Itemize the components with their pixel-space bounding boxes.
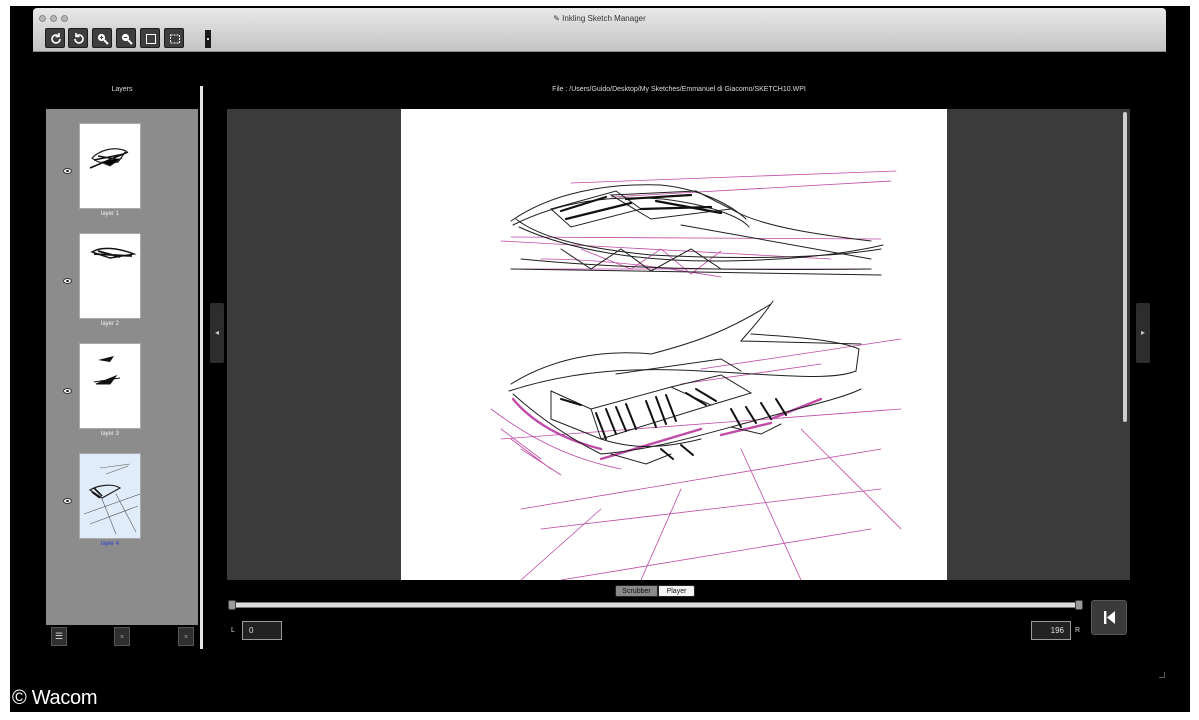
layer-label: layer 2 xyxy=(100,321,119,327)
rotate-clockwise-button[interactable] xyxy=(45,28,65,48)
export-document-icon: ▫ xyxy=(184,631,188,641)
layer-sketch-thumbnail xyxy=(90,247,137,259)
sketch-drawing xyxy=(490,170,902,580)
chevron-left-icon: ◂ xyxy=(214,328,219,337)
timeline-scrubber-track[interactable] xyxy=(229,602,1082,608)
layer-thumbnail-selected[interactable] xyxy=(79,453,141,539)
rotate-counterclockwise-button[interactable] xyxy=(68,28,88,48)
export-layer-button[interactable]: ▫ xyxy=(178,627,194,646)
right-range-label: R xyxy=(1075,627,1081,634)
layer-item-2[interactable]: layer 2 xyxy=(46,233,198,333)
layer-sketch-thumbnail xyxy=(89,148,129,169)
visibility-eye-icon[interactable] xyxy=(63,278,72,284)
zoom-out-icon xyxy=(121,33,133,45)
window-title-text: Inkling Sketch Manager xyxy=(562,14,646,23)
layer-sketch-thumbnail xyxy=(93,356,121,385)
zoom-out-button[interactable] xyxy=(116,28,136,48)
fit-page-icon xyxy=(146,34,156,44)
layer-label: layer 3 xyxy=(100,431,119,437)
layer-thumbnail[interactable] xyxy=(79,233,141,319)
chevron-right-icon: ▸ xyxy=(1140,328,1145,337)
visibility-eye-icon[interactable] xyxy=(63,498,72,504)
toolbar-overflow-handle[interactable] xyxy=(205,30,211,48)
zoom-in-icon xyxy=(97,33,109,45)
left-range-handle[interactable] xyxy=(228,600,236,610)
layer-label-selected: layer 4 xyxy=(100,541,119,547)
next-page-button[interactable]: ▸ xyxy=(1136,303,1150,363)
fit-page-button[interactable] xyxy=(140,28,160,48)
skip-to-start-icon xyxy=(1104,611,1115,624)
rotate-cw-icon xyxy=(51,33,61,44)
left-range-field[interactable]: 0 xyxy=(242,621,282,640)
layer-thumbnail[interactable] xyxy=(79,343,141,429)
rotate-ccw-icon xyxy=(74,33,84,44)
zoom-in-button[interactable] xyxy=(92,28,112,48)
rewind-to-start-button[interactable] xyxy=(1091,600,1127,635)
left-range-label: L xyxy=(231,627,235,634)
new-document-icon: ▫ xyxy=(120,631,124,641)
layer-item-4[interactable]: layer 4 xyxy=(46,453,198,553)
layers-panel-title: Layers xyxy=(111,86,133,93)
layer-sketch-thumbnail xyxy=(83,463,140,535)
layer-item-3[interactable]: layer 3 xyxy=(46,343,198,443)
layer-list-button[interactable]: ☰ xyxy=(51,627,67,646)
crop-button[interactable] xyxy=(164,28,184,48)
document-list-icon: ☰ xyxy=(54,631,64,641)
new-layer-button[interactable]: ▫ xyxy=(114,627,130,646)
canvas-vertical-scrollbar[interactable] xyxy=(1123,112,1127,422)
right-range-handle[interactable] xyxy=(1075,600,1083,610)
panel-splitter[interactable] xyxy=(200,86,203,649)
layer-thumbnail[interactable] xyxy=(79,123,141,209)
layer-item-1[interactable]: layer 1 xyxy=(46,123,198,223)
copyright-watermark: © Wacom xyxy=(12,687,98,709)
window-title: ✎ Inkling Sketch Manager xyxy=(553,14,646,23)
visibility-eye-icon[interactable] xyxy=(63,168,72,174)
window-resize-grip[interactable] xyxy=(1159,672,1165,678)
sketch-page[interactable] xyxy=(401,109,947,580)
layers-panel: layer 1 layer 2 layer 3 layer 4 xyxy=(46,109,198,625)
player-mode-tab[interactable]: Player xyxy=(658,585,695,597)
scrubber-mode-tab[interactable]: Scrubber xyxy=(615,585,658,597)
title-bar: ✎ Inkling Sketch Manager xyxy=(33,8,1166,52)
visibility-eye-icon[interactable] xyxy=(63,388,72,394)
right-range-field[interactable]: 196 xyxy=(1031,621,1071,640)
previous-page-button[interactable]: ◂ xyxy=(210,303,224,363)
crop-icon xyxy=(170,34,180,44)
file-path-label: File : /Users/Guido/Desktop/My Sketches/… xyxy=(552,86,806,93)
layer-label: layer 1 xyxy=(100,211,119,217)
